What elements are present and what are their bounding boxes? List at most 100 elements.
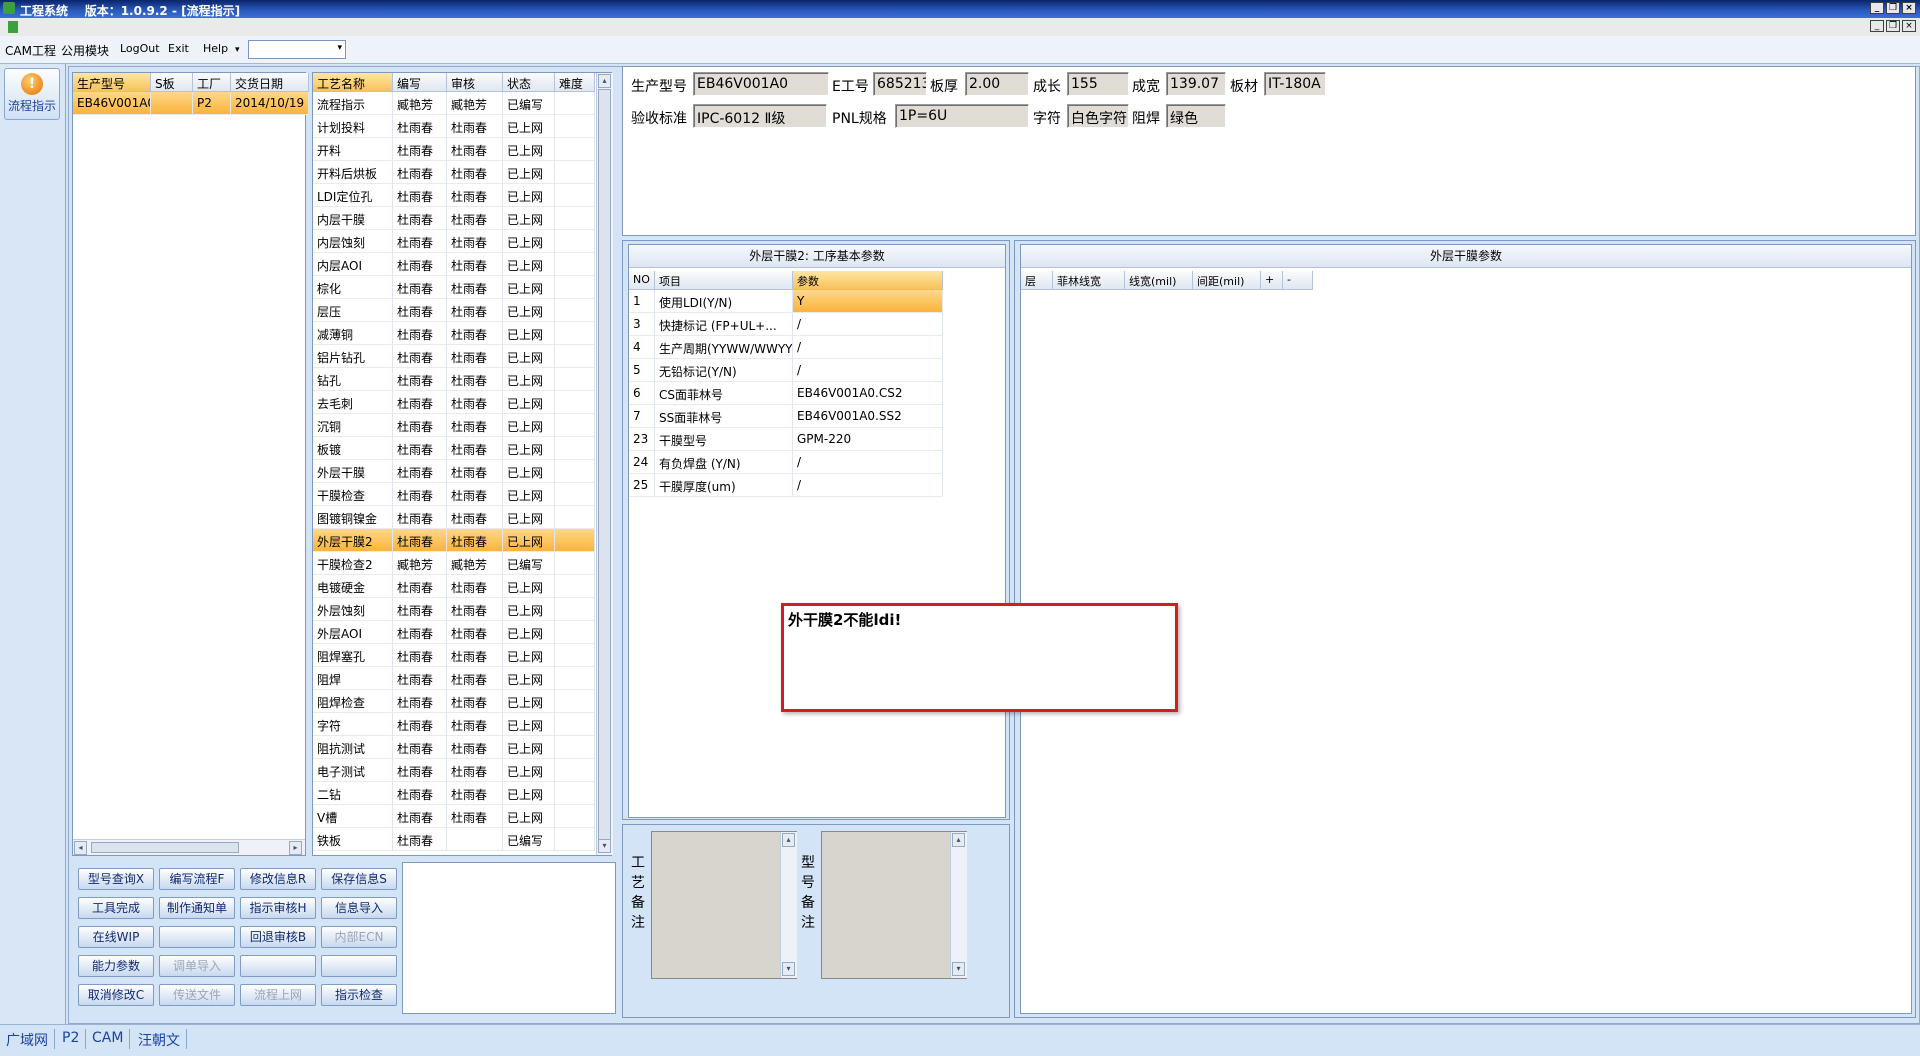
process-table-cell: 沉铜 (313, 414, 393, 437)
basic-params-cell[interactable]: / (793, 474, 943, 497)
alert-message: 外干膜2不能ldi! (788, 611, 902, 629)
hscroll-thumb[interactable] (91, 842, 239, 853)
action-button[interactable]: 信息导入 (321, 897, 397, 919)
basic-params-cell[interactable]: EB46V001A0.CS2 (793, 382, 943, 405)
process-table-cell: 杜雨春 (447, 115, 503, 138)
basic-params-header[interactable]: 项目 (655, 271, 793, 290)
basic-params-header[interactable]: 参数 (793, 271, 943, 290)
menu-help[interactable]: Help (203, 42, 228, 55)
char-field[interactable]: 白色字符 (1067, 104, 1129, 128)
action-button[interactable] (240, 955, 316, 977)
film-params-header[interactable]: 线宽(mil) (1125, 271, 1193, 290)
film-params-header[interactable]: 间距(mil) (1193, 271, 1261, 290)
action-button[interactable]: 指示检查 (321, 984, 397, 1006)
basic-params-cell[interactable]: / (793, 336, 943, 359)
mdi-minimize-icon[interactable]: _ (1870, 20, 1884, 32)
basic-params-cell[interactable]: GPM-220 (793, 428, 943, 451)
action-button[interactable]: 指示审核H (240, 897, 316, 919)
basic-params-header[interactable]: NO (629, 271, 655, 290)
message-box (402, 862, 616, 1014)
action-button[interactable] (159, 926, 235, 948)
action-button[interactable] (321, 955, 397, 977)
prod-model-field[interactable]: EB46V001A0 (693, 72, 829, 96)
product-list-cell: P2 (193, 92, 231, 115)
vscroll-thumb[interactable] (598, 89, 611, 851)
model-remark-textarea[interactable]: ▴ ▾ (821, 831, 967, 979)
menu-logout[interactable]: LogOut (120, 42, 160, 55)
flow-instruction-button[interactable]: ! 流程指示 (4, 68, 60, 120)
action-button[interactable]: 编写流程F (159, 868, 235, 890)
basic-params-cell[interactable]: EB46V001A0.SS2 (793, 405, 943, 428)
action-button[interactable]: 制作通知单 (159, 897, 235, 919)
scroll-left-icon[interactable]: ◂ (74, 841, 87, 855)
product-list-header[interactable]: 交货日期 (231, 73, 309, 92)
material-field[interactable]: IT-180A (1264, 72, 1326, 96)
menu-cam[interactable]: CAM工程 (5, 42, 56, 59)
process-table-cell: 内层干膜 (313, 207, 393, 230)
scroll-down-icon[interactable]: ▾ (598, 839, 611, 853)
film-params-header[interactable]: + (1261, 271, 1283, 290)
action-button[interactable]: 保存信息S (321, 868, 397, 890)
scroll-up-icon[interactable]: ▴ (952, 833, 965, 847)
basic-params-cell[interactable]: / (793, 451, 943, 474)
action-button[interactable]: 取消修改C (78, 984, 154, 1006)
mdi-close-icon[interactable]: × (1902, 20, 1916, 32)
film-params-header[interactable]: 层 (1021, 271, 1053, 290)
basic-params-cell: 6 (629, 382, 655, 405)
scroll-up-icon[interactable]: ▴ (782, 833, 795, 847)
product-list-hscroll[interactable]: ◂ ▸ (73, 839, 305, 855)
action-button[interactable]: 工具完成 (78, 897, 154, 919)
basic-params-cell[interactable]: Y (793, 290, 943, 313)
menu-combo[interactable]: ▾ (248, 40, 346, 59)
process-remark-textarea[interactable]: ▴ ▾ (651, 831, 797, 979)
process-table-cell: 杜雨春 (447, 736, 503, 759)
minimize-icon[interactable]: _ (1870, 2, 1884, 14)
process-table-header[interactable]: 审核 (447, 73, 503, 92)
process-table-cell: 杜雨春 (393, 437, 447, 460)
scroll-down-icon[interactable]: ▾ (952, 962, 965, 976)
scroll-up-icon[interactable]: ▴ (598, 74, 611, 88)
film-params-header[interactable]: 菲林线宽 (1053, 271, 1125, 290)
film-params-header[interactable]: - (1283, 271, 1313, 290)
menu-exit[interactable]: Exit (168, 42, 189, 55)
product-list-header[interactable]: 工厂 (193, 73, 231, 92)
process-table-vscroll[interactable]: ▴ ▾ (596, 73, 613, 855)
e-no-field[interactable]: 685213 (873, 72, 927, 96)
close-icon[interactable]: × (1902, 2, 1916, 14)
process-table-header[interactable]: 状态 (503, 73, 555, 92)
process-table-cell: 已上网 (503, 391, 555, 414)
menu-common[interactable]: 公用模块 (61, 42, 109, 59)
standard-field[interactable]: IPC-6012 Ⅱ级 (693, 104, 827, 128)
thickness-field[interactable]: 2.00 (965, 72, 1029, 96)
model-remark-scroll[interactable]: ▴ ▾ (950, 832, 967, 978)
mask-field[interactable]: 绿色 (1166, 104, 1226, 128)
process-table-header[interactable]: 编写 (393, 73, 447, 92)
restore-icon[interactable]: ❐ (1886, 2, 1900, 14)
process-table-cell: 阻焊 (313, 667, 393, 690)
product-list-header[interactable]: S板 (151, 73, 193, 92)
process-table-header[interactable]: 难度 (555, 73, 595, 92)
action-button[interactable]: 能力参数 (78, 955, 154, 977)
width-field[interactable]: 139.07 (1166, 72, 1226, 96)
chevron-down-icon[interactable]: ▾ (235, 45, 240, 55)
basic-params-cell[interactable]: / (793, 313, 943, 336)
length-field[interactable]: 155 (1067, 72, 1129, 96)
action-button[interactable]: 型号查询Ⅹ (78, 868, 154, 890)
action-button: 流程上网 (240, 984, 316, 1006)
process-table-cell (555, 667, 595, 690)
basic-params-cell[interactable]: / (793, 359, 943, 382)
action-button[interactable]: 回退审核B (240, 926, 316, 948)
scroll-right-icon[interactable]: ▸ (289, 841, 302, 855)
process-table-cell (555, 575, 595, 598)
status-bar: 广域网 P2 CAM 汪朝文 (0, 1024, 1920, 1056)
mdi-restore-icon[interactable]: ❐ (1886, 20, 1900, 32)
action-button[interactable]: 在线WIP (78, 926, 154, 948)
combo-chevron-icon[interactable]: ▾ (337, 43, 342, 53)
process-remark-scroll[interactable]: ▴ ▾ (780, 832, 797, 978)
process-table-header[interactable]: 工艺名称 (313, 73, 393, 92)
pnl-field[interactable]: 1P=6U (895, 104, 1029, 128)
action-button[interactable]: 修改信息R (240, 868, 316, 890)
scroll-down-icon[interactable]: ▾ (782, 962, 795, 976)
product-list-header[interactable]: 生产型号 (73, 73, 151, 92)
process-table-cell: 杜雨春 (393, 575, 447, 598)
